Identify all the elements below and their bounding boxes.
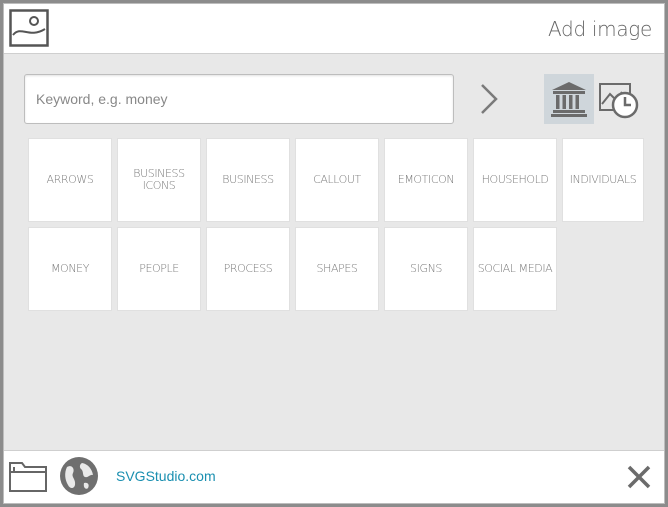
recent-images-icon[interactable] — [598, 80, 640, 120]
category-business[interactable]: BUSINESS — [206, 138, 290, 222]
svgstudio-link[interactable]: SVGStudio.com — [116, 468, 216, 484]
close-icon[interactable] — [626, 464, 652, 490]
library-button[interactable] — [544, 74, 594, 124]
category-signs[interactable]: SIGNS — [384, 227, 468, 311]
category-business-icons[interactable]: BUSINESS ICONS — [117, 138, 201, 222]
search-input[interactable] — [24, 74, 454, 124]
globe-icon[interactable] — [58, 455, 100, 497]
dialog-footer: SVGStudio.com — [4, 450, 664, 503]
add-image-dialog: Add image ARROWS BUSINESS ICONS BUSINESS… — [3, 3, 665, 504]
chevron-right-icon[interactable] — [476, 80, 500, 118]
dialog-header: Add image — [4, 4, 664, 54]
folder-icon[interactable] — [8, 457, 50, 495]
category-household[interactable]: HOUSEHOLD — [473, 138, 557, 222]
category-arrows[interactable]: ARROWS — [28, 138, 112, 222]
category-process[interactable]: PROCESS — [206, 227, 290, 311]
dialog-title: Add image — [548, 17, 652, 41]
category-individuals[interactable]: INDIVIDUALS — [562, 138, 644, 222]
category-emoticon[interactable]: EMOTICON — [384, 138, 468, 222]
image-icon — [9, 9, 49, 47]
category-money[interactable]: MONEY — [28, 227, 112, 311]
library-icon — [551, 82, 587, 117]
category-shapes[interactable]: SHAPES — [295, 227, 379, 311]
category-social-media[interactable]: SOCIAL MEDIA — [473, 227, 557, 311]
category-people[interactable]: PEOPLE — [117, 227, 201, 311]
category-callout[interactable]: CALLOUT — [295, 138, 379, 222]
